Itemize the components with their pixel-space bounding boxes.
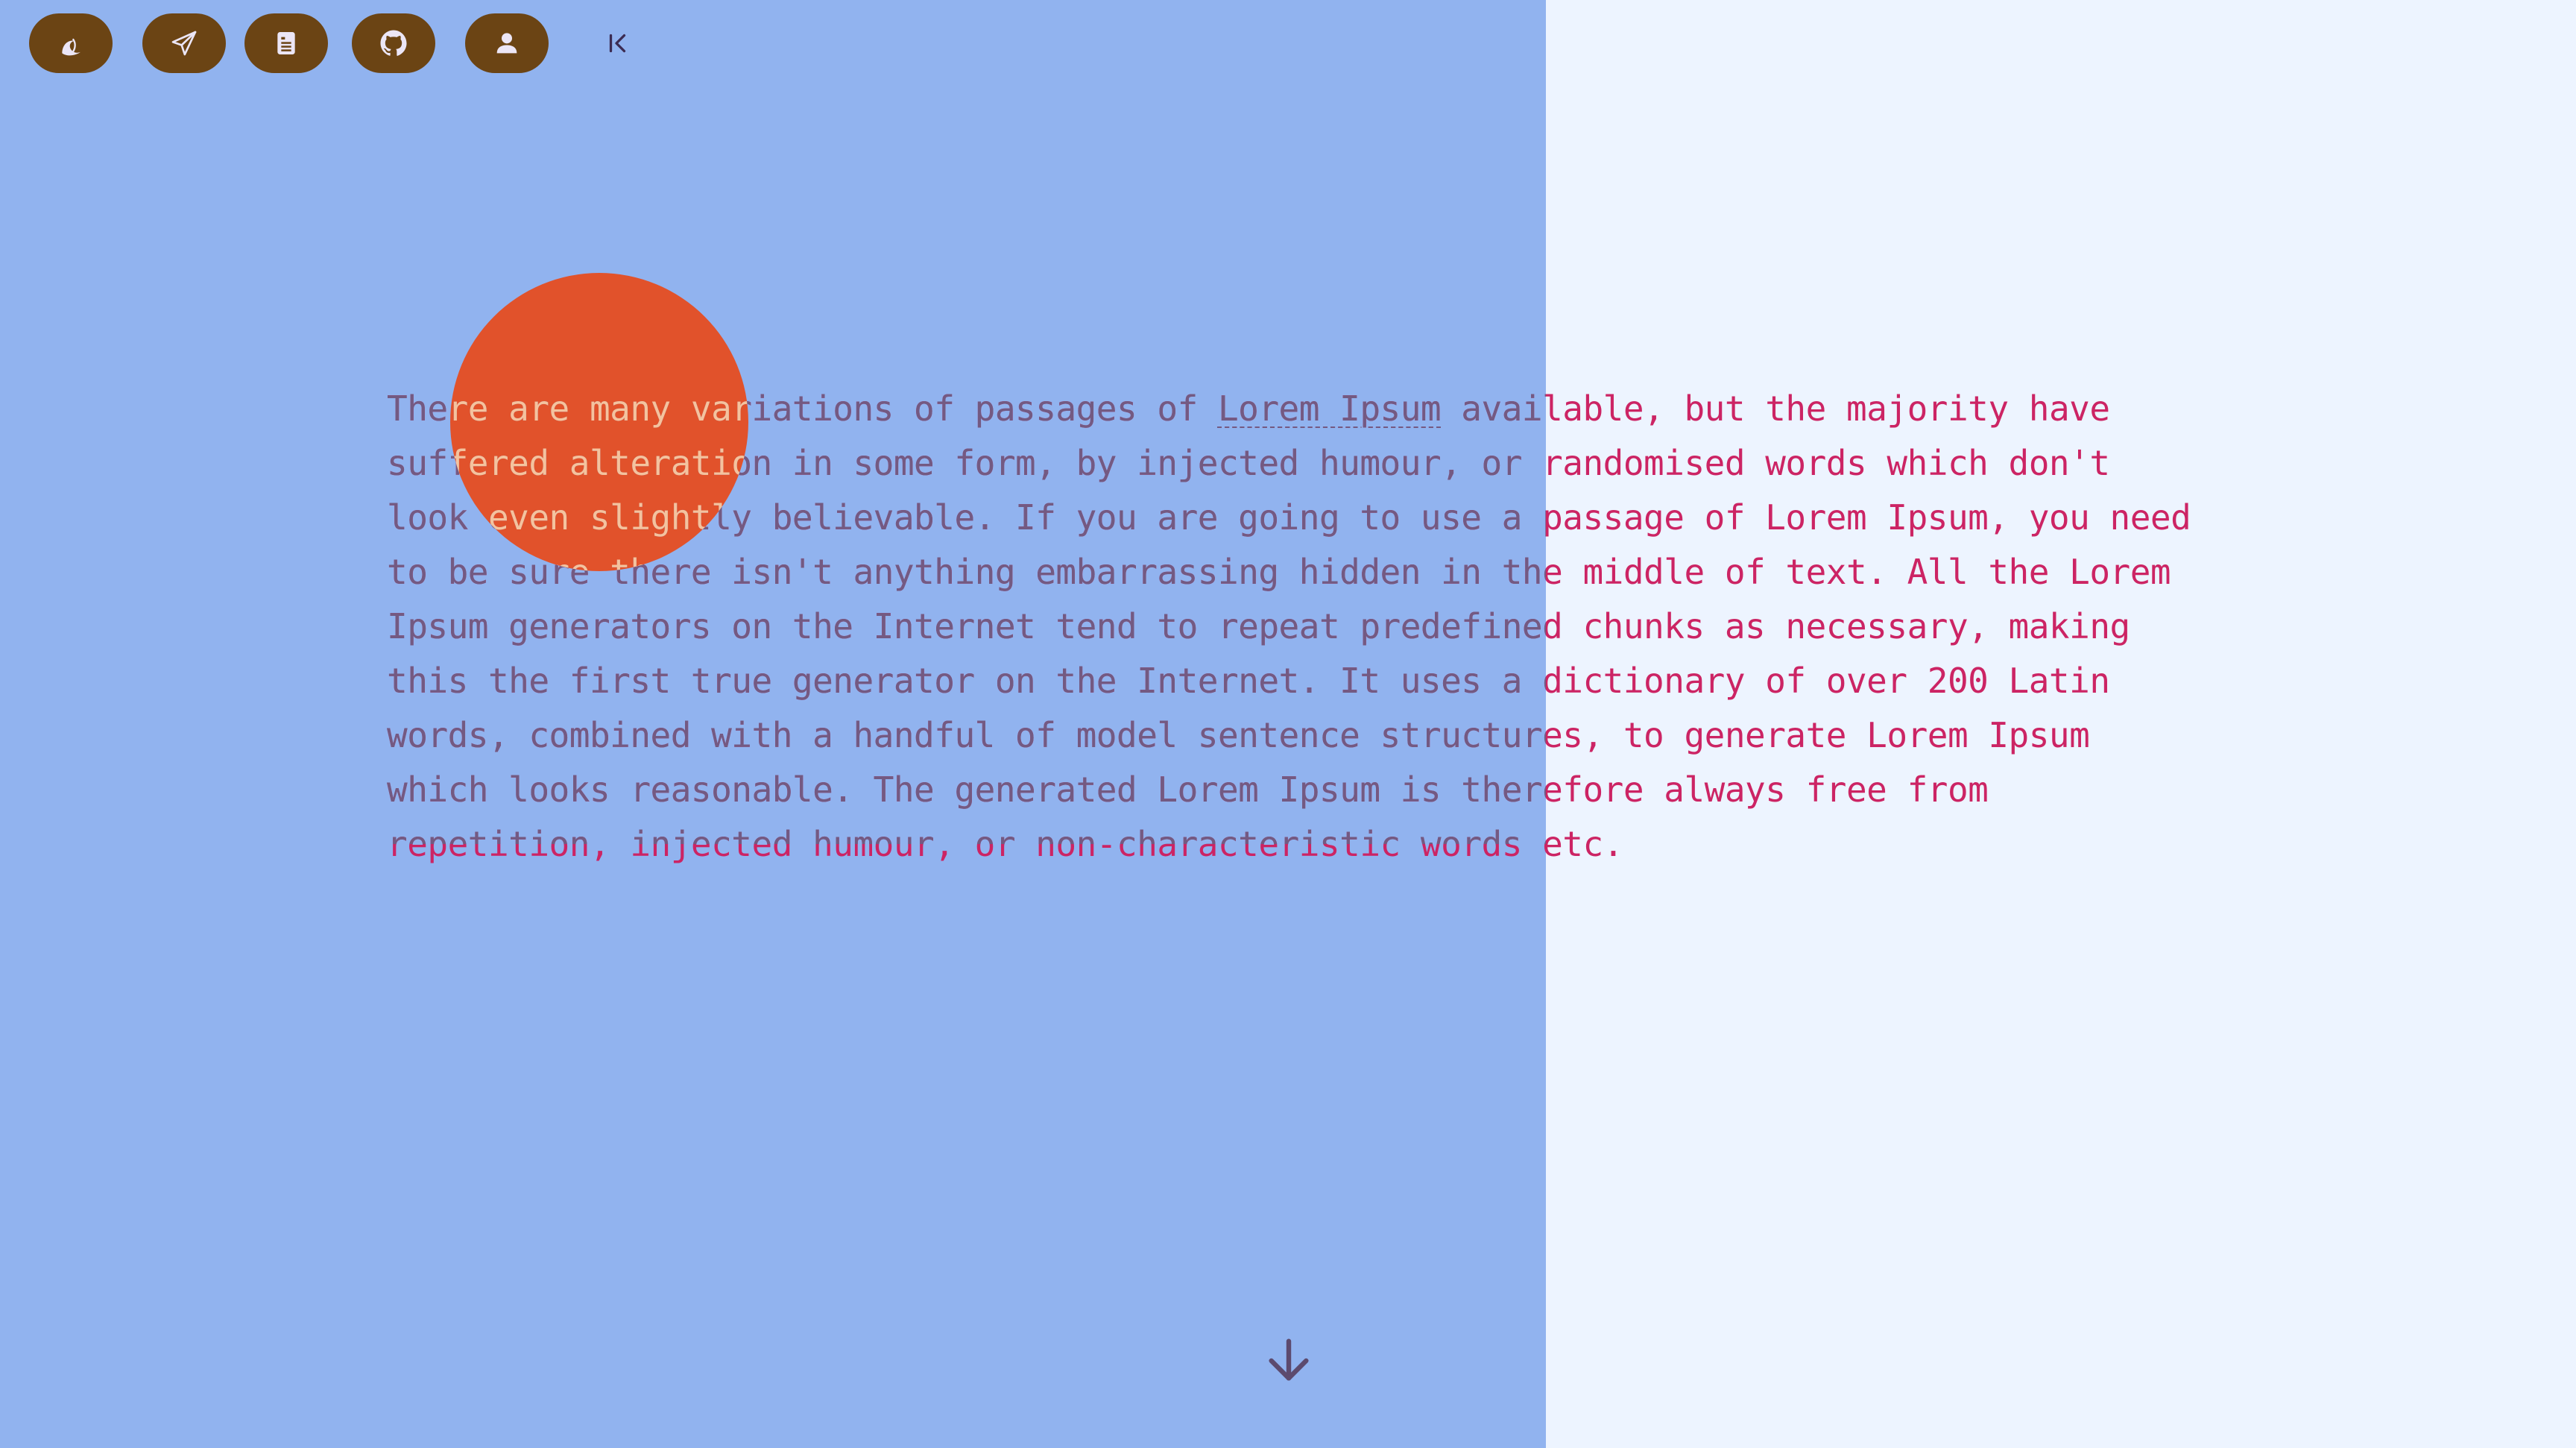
- arrow-down-icon: [1269, 1338, 1309, 1381]
- github-icon: [380, 30, 407, 56]
- github-button[interactable]: [352, 13, 435, 73]
- send-button[interactable]: [142, 13, 226, 73]
- moon-icon: [62, 38, 81, 56]
- paragraph-overlay-circle: There are many variations of passages of…: [450, 382, 748, 571]
- collapse-sidebar-button[interactable]: [601, 25, 637, 61]
- toolbar: [0, 0, 671, 89]
- paper-plane-icon: [171, 31, 197, 56]
- profile-button[interactable]: [465, 13, 549, 73]
- circle-text-overlay: There are many variations of passages of…: [450, 273, 748, 571]
- document-icon: [277, 32, 295, 54]
- document-button[interactable]: [244, 13, 328, 73]
- user-icon: [496, 33, 517, 54]
- collapse-left-icon: [609, 34, 626, 53]
- paragraph-intro-overlay-circle: There are many variations of passages of: [450, 388, 748, 429]
- scroll-down-button[interactable]: [1263, 1335, 1315, 1387]
- theme-toggle-button[interactable]: [29, 13, 113, 73]
- lorem-ipsum-link-overlay: Lorem Ipsum: [1217, 388, 1442, 429]
